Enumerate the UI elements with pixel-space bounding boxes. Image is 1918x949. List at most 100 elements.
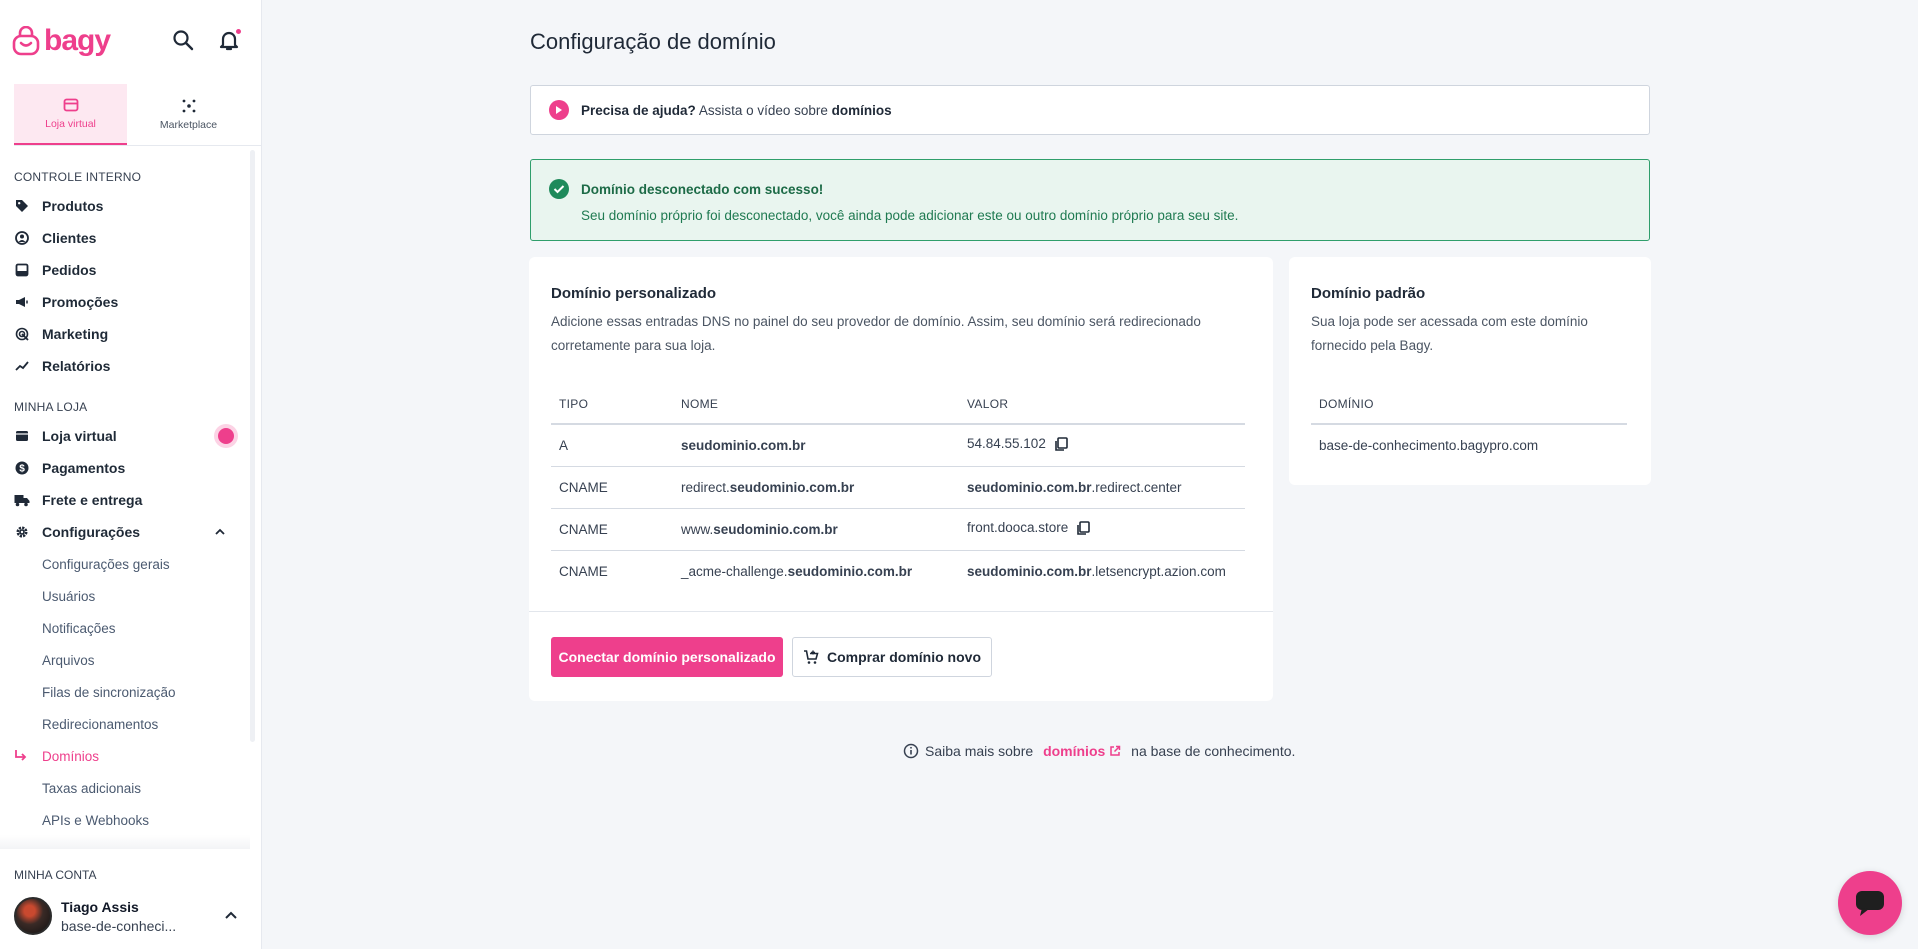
alert-title: Domínio desconectado com sucesso! — [581, 181, 824, 197]
sidebar-subitem-taxas[interactable]: Taxas adicionais — [0, 772, 252, 804]
name-prefix: _acme-challenge. — [681, 563, 788, 579]
name-domain: seudominio.com.br — [681, 437, 806, 453]
tab-label: Marketplace — [159, 118, 218, 131]
chat-button[interactable] — [1838, 871, 1902, 935]
store-icon — [14, 428, 30, 444]
account-menu[interactable]: Tiago Assis base-de-conheci... — [14, 895, 250, 937]
custom-domain-description: Adicione essas entradas DNS no painel do… — [551, 314, 1201, 353]
connect-domain-button[interactable]: Conectar domínio personalizado — [551, 637, 783, 677]
copy-icon[interactable] — [1076, 521, 1091, 538]
divider — [529, 611, 1273, 612]
kb-pre: Saiba mais sobre — [925, 743, 1038, 759]
column-header: NOME — [673, 384, 959, 425]
knowledge-base-note: Saiba mais sobre domínios na base de con… — [903, 743, 1295, 759]
dns-type: CNAME — [559, 563, 608, 579]
sidebar-item-label: Loja virtual — [42, 428, 117, 444]
tag-icon — [14, 198, 30, 214]
tab-marketplace[interactable]: Marketplace — [132, 84, 245, 145]
column-header: VALOR — [959, 384, 1245, 425]
default-domain-card: Domínio padrão Sua loja pode ser acessad… — [1289, 257, 1651, 485]
sidebar-item-marketing[interactable]: Marketing — [0, 318, 252, 350]
sidebar-item-label: Promoções — [42, 294, 119, 310]
sidebar-item-pedidos[interactable]: Pedidos — [0, 254, 252, 286]
sidebar-item-label: Pagamentos — [42, 460, 126, 476]
copy-icon[interactable] — [1054, 437, 1068, 454]
dns-value: seudominio.com.br.redirect.center — [959, 466, 1245, 509]
sidebar-item-label: Clientes — [42, 230, 97, 246]
dns-type: A — [551, 424, 673, 467]
chevron-up-icon[interactable] — [224, 909, 238, 928]
sidebar-item-configuracoes[interactable]: Configurações — [0, 516, 252, 548]
help-text: Assista o vídeo sobre — [695, 102, 832, 118]
value-text: front.dooca.store — [967, 520, 1069, 535]
dns-type: CNAME — [551, 466, 673, 509]
chevron-up-icon[interactable] — [214, 525, 226, 541]
sidebar-nav: CONTROLE INTERNO Produtos Clientes Pedid… — [0, 158, 252, 836]
help-bold: Precisa de ajuda? — [581, 102, 696, 118]
table-row: CNAME _acme-challenge.seudominio.com.br … — [551, 550, 1245, 592]
logo-text: bagy — [44, 24, 111, 57]
sidebar-item-label: Frete e entrega — [42, 492, 143, 508]
dns-name: _acme-challenge.seudominio.com.br — [673, 550, 959, 592]
gear-icon — [14, 524, 30, 540]
column-header: TIPO — [551, 384, 673, 425]
sidebar-item-clientes[interactable]: Clientes — [0, 222, 252, 254]
kb-link[interactable]: domínios — [1043, 743, 1121, 759]
custom-domain-card: Domínio personalizado Adicione essas ent… — [529, 257, 1273, 701]
dollar-icon: $ — [14, 460, 30, 476]
sidebar-item-produtos[interactable]: Produtos — [0, 190, 252, 222]
sidebar-item-pagamentos[interactable]: $ Pagamentos — [0, 452, 252, 484]
value-domain: seudominio.com.br — [967, 479, 1092, 495]
external-link-icon — [1110, 745, 1121, 756]
table-row: CNAME redirect.seudominio.com.br seudomi… — [551, 466, 1245, 509]
tab-label: Loja virtual — [45, 117, 96, 130]
default-domain-description: Sua loja pode ser acessada com este domí… — [1311, 314, 1588, 353]
bagy-logo[interactable]: bagy — [12, 24, 111, 58]
sidebar-item-loja-virtual[interactable]: Loja virtual — [0, 420, 252, 452]
dns-type: CNAME — [551, 508, 673, 551]
search-icon[interactable] — [171, 28, 197, 54]
custom-domain-title: Domínio personalizado — [551, 285, 717, 302]
kb-post: na base de conhecimento. — [1127, 743, 1296, 759]
sidebar-subitem-dominios[interactable]: Domínios — [0, 740, 252, 772]
sidebar-subitem-arquivos[interactable]: Arquivos — [0, 644, 252, 676]
sidebar-item-relatorios[interactable]: Relatórios — [0, 350, 252, 382]
chart-icon — [14, 358, 30, 374]
sidebar-item-promocoes[interactable]: Promoções — [0, 286, 252, 318]
table-row: base-de-conhecimento.bagypro.com — [1311, 424, 1627, 466]
sidebar-subitem-notificacoes[interactable]: Notificações — [0, 612, 252, 644]
sidebar-subitem-usuarios[interactable]: Usuários — [0, 580, 252, 612]
default-domain-title: Domínio padrão — [1311, 285, 1426, 302]
page-title: Configuração de domínio — [530, 29, 776, 54]
sidebar-item-label: Configurações — [42, 524, 141, 540]
value-text: .redirect.center — [1091, 479, 1182, 495]
tab-loja-virtual[interactable]: Loja virtual — [14, 84, 127, 145]
help-video-banner[interactable]: Precisa de ajuda? Assista o vídeo sobre … — [530, 85, 1650, 135]
play-icon — [549, 100, 569, 120]
buy-domain-button[interactable]: Comprar domínio novo — [792, 637, 992, 677]
section-title-store: MINHA LOJA — [14, 400, 88, 414]
help-link[interactable]: domínios — [832, 103, 892, 118]
section-title-account: MINHA CONTA — [14, 868, 97, 882]
dns-value: seudominio.com.br.letsencrypt.azion.com — [959, 550, 1245, 592]
column-header: DOMÍNIO — [1311, 384, 1627, 425]
dns-name: redirect.seudominio.com.br — [673, 466, 959, 509]
default-domain-table: DOMÍNIO base-de-conhecimento.bagypro.com — [1311, 384, 1627, 466]
section-title-internal: CONTROLE INTERNO — [14, 170, 142, 184]
svg-text:$: $ — [19, 464, 25, 475]
name-domain: seudominio.com.br — [729, 479, 855, 495]
sidebar-subitem-apis[interactable]: APIs e Webhooks — [0, 804, 252, 836]
store-icon — [63, 98, 78, 111]
avatar — [14, 897, 52, 935]
status-dot — [218, 428, 234, 444]
user-circle-icon — [14, 230, 30, 246]
sidebar-subitem-filas[interactable]: Filas de sincronização — [0, 676, 252, 708]
info-icon — [903, 743, 919, 759]
name-prefix: redirect. — [681, 479, 730, 495]
return-arrow-icon — [14, 749, 28, 766]
sidebar-item-frete[interactable]: Frete e entrega — [0, 484, 252, 516]
account-name: Tiago Assis — [61, 898, 139, 915]
sidebar-subitem-configuracoes-gerais[interactable]: Configurações gerais — [0, 548, 252, 580]
sidebar-subitem-redirecionamentos[interactable]: Redirecionamentos — [0, 708, 252, 740]
bell-icon[interactable] — [217, 27, 243, 54]
